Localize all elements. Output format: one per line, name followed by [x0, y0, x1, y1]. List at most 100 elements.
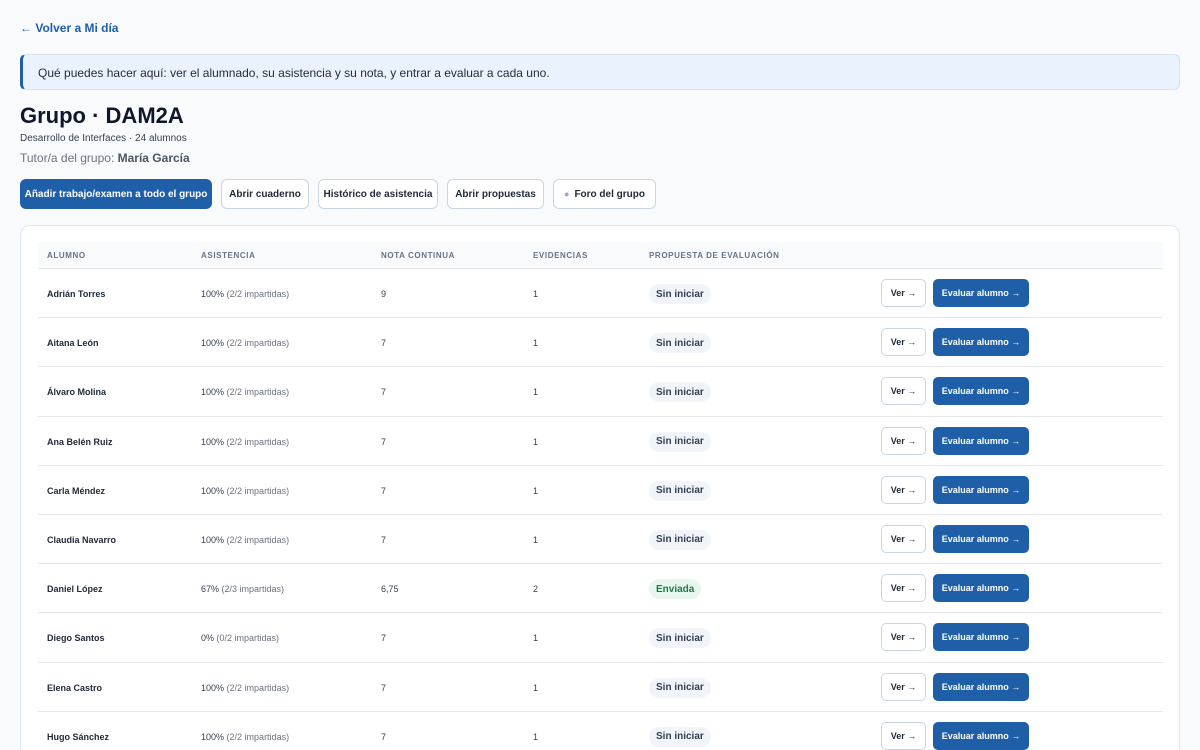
- group-forum-label: Foro del grupo: [574, 188, 645, 200]
- table-row: Carla Méndez 100% (2/2 impartidas) 7 1 S…: [38, 466, 1163, 515]
- evaluate-student-button[interactable]: Evaluar alumno →: [933, 426, 1029, 455]
- header-attendance: Asistencia: [201, 251, 256, 260]
- evaluate-student-button[interactable]: Evaluar alumno →: [933, 524, 1029, 553]
- attendance-detail: (2/2 impartidas): [226, 289, 290, 299]
- back-link[interactable]: ← Volver a Mi día: [20, 21, 118, 35]
- table-row: Adrián Torres 100% (2/2 impartidas) 9 1 …: [38, 269, 1163, 319]
- info-text: Qué puedes hacer aquí: ver el alumnado, …: [38, 66, 550, 80]
- evidence-count: 2: [533, 584, 539, 595]
- continuous-grade: 7: [381, 338, 387, 349]
- tutor-name: María García: [117, 151, 190, 165]
- attendance-percent: 100%: [201, 485, 225, 496]
- add-work-label: Añadir trabajo/examen a todo el grupo: [24, 188, 208, 200]
- open-notebook-label: Abrir cuaderno: [229, 188, 301, 200]
- continuous-grade: 7: [381, 682, 387, 693]
- status-badge: Sin iniciar: [649, 333, 711, 354]
- add-work-button[interactable]: Añadir trabajo/examen a todo el grupo: [20, 179, 212, 209]
- attendance-percent: 0%: [201, 633, 215, 644]
- group-actions: Añadir trabajo/examen a todo el grupo Ab…: [20, 179, 656, 209]
- continuous-grade: 7: [381, 731, 387, 742]
- continuous-grade: 7: [381, 485, 387, 496]
- tutor-label: Tutor/a del grupo:: [20, 151, 115, 165]
- open-proposals-button[interactable]: Abrir propuestas: [447, 179, 544, 209]
- student-name: Aitana León: [47, 338, 99, 349]
- table-row: Ana Belén Ruiz 100% (2/2 impartidas) 7 1…: [38, 417, 1163, 466]
- info-box: Qué puedes hacer aquí: ver el alumnado, …: [20, 54, 1180, 90]
- status-badge: Sin iniciar: [649, 529, 711, 550]
- status-badge: Sin iniciar: [649, 480, 711, 501]
- attendance-detail: (0/2 impartidas): [216, 633, 280, 644]
- evaluate-student-button[interactable]: Evaluar alumno →: [933, 279, 1029, 307]
- continuous-grade: 9: [381, 289, 387, 299]
- header-grade: Nota continua: [381, 251, 456, 260]
- table-row: Elena Castro 100% (2/2 impartidas) 7 1 S…: [38, 663, 1163, 712]
- view-student-button[interactable]: Ver →: [881, 623, 926, 652]
- view-student-button[interactable]: Ver →: [881, 279, 926, 307]
- attendance-percent: 100%: [201, 338, 225, 349]
- attendance-history-button[interactable]: Histórico de asistencia: [318, 179, 438, 209]
- evidence-count: 1: [533, 633, 539, 644]
- table-body: Adrián Torres 100% (2/2 impartidas) 9 1 …: [38, 269, 1163, 750]
- evidence-count: 1: [533, 534, 539, 545]
- attendance-value: 100% (2/2 impartidas): [201, 486, 289, 496]
- attendance-detail: (2/2 impartidas): [226, 485, 290, 496]
- evaluate-student-button[interactable]: Evaluar alumno →: [933, 328, 1029, 357]
- attendance-detail: (2/2 impartidas): [226, 534, 290, 545]
- table-row: Daniel López 67% (2/3 impartidas) 6,75 2…: [38, 564, 1163, 614]
- continuous-grade: 7: [381, 633, 387, 644]
- group-subtitle: Desarrollo de Interfaces · 24 alumnos: [20, 133, 187, 144]
- student-name: Claudia Navarro: [47, 534, 117, 545]
- view-student-button[interactable]: Ver →: [881, 475, 926, 504]
- table-row: Claudia Navarro 100% (2/2 impartidas) 7 …: [38, 515, 1163, 565]
- attendance-percent: 100%: [201, 731, 225, 742]
- attendance-detail: (2/2 impartidas): [226, 338, 290, 349]
- view-student-button[interactable]: Ver →: [881, 328, 926, 357]
- evaluate-student-button[interactable]: Evaluar alumno →: [933, 377, 1029, 406]
- speech-bubble-icon: ●: [564, 189, 570, 199]
- continuous-grade: 7: [381, 387, 387, 398]
- attendance-percent: 100%: [201, 682, 225, 693]
- view-student-button[interactable]: Ver →: [881, 574, 926, 603]
- open-notebook-button[interactable]: Abrir cuaderno: [221, 179, 309, 209]
- evaluate-student-button[interactable]: Evaluar alumno →: [933, 623, 1029, 652]
- view-student-button[interactable]: Ver →: [881, 672, 926, 701]
- student-name: Álvaro Molina: [47, 387, 107, 398]
- evaluate-student-button[interactable]: Evaluar alumno →: [933, 672, 1029, 701]
- evidence-count: 1: [533, 731, 539, 742]
- table-row: Álvaro Molina 100% (2/2 impartidas) 7 1 …: [38, 367, 1163, 417]
- view-student-button[interactable]: Ver →: [881, 377, 926, 406]
- status-badge: Sin iniciar: [649, 726, 711, 747]
- evidence-count: 1: [533, 338, 539, 349]
- attendance-value: 100% (2/2 impartidas): [201, 338, 289, 348]
- attendance-detail: (2/3 impartidas): [221, 584, 285, 595]
- student-name: Ana Belén Ruiz: [47, 436, 113, 447]
- attendance-detail: (2/2 impartidas): [226, 731, 290, 742]
- attendance-detail: (2/2 impartidas): [226, 682, 290, 693]
- table-row: Diego Santos 0% (0/2 impartidas) 7 1 Sin…: [38, 613, 1163, 663]
- attendance-value: 0% (0/2 impartidas): [201, 633, 279, 643]
- view-student-button[interactable]: Ver →: [881, 524, 926, 553]
- attendance-detail: (2/2 impartidas): [226, 436, 290, 447]
- open-proposals-label: Abrir propuestas: [455, 188, 536, 200]
- view-student-button[interactable]: Ver →: [881, 721, 926, 750]
- group-forum-button[interactable]: ● Foro del grupo: [553, 179, 656, 209]
- status-badge: Sin iniciar: [649, 677, 711, 698]
- status-badge: Enviada: [649, 579, 702, 600]
- evaluate-student-button[interactable]: Evaluar alumno →: [933, 721, 1029, 750]
- status-badge: Sin iniciar: [649, 431, 711, 452]
- view-student-button[interactable]: Ver →: [881, 426, 926, 455]
- evaluate-student-button[interactable]: Evaluar alumno →: [933, 574, 1029, 603]
- status-badge: Sin iniciar: [649, 284, 711, 304]
- student-name: Carla Méndez: [47, 485, 106, 496]
- status-badge: Sin iniciar: [649, 628, 711, 649]
- table-row: Hugo Sánchez 100% (2/2 impartidas) 7 1 S…: [38, 712, 1163, 750]
- attendance-value: 67% (2/3 impartidas): [201, 584, 284, 594]
- evidence-count: 1: [533, 436, 539, 447]
- student-name: Daniel López: [47, 584, 103, 595]
- evaluate-student-button[interactable]: Evaluar alumno →: [933, 475, 1029, 504]
- attendance-detail: (2/2 impartidas): [226, 387, 290, 398]
- continuous-grade: 7: [381, 534, 387, 545]
- student-name: Hugo Sánchez: [47, 731, 110, 742]
- attendance-percent: 100%: [201, 289, 225, 299]
- table-row: Aitana León 100% (2/2 impartidas) 7 1 Si…: [38, 318, 1163, 368]
